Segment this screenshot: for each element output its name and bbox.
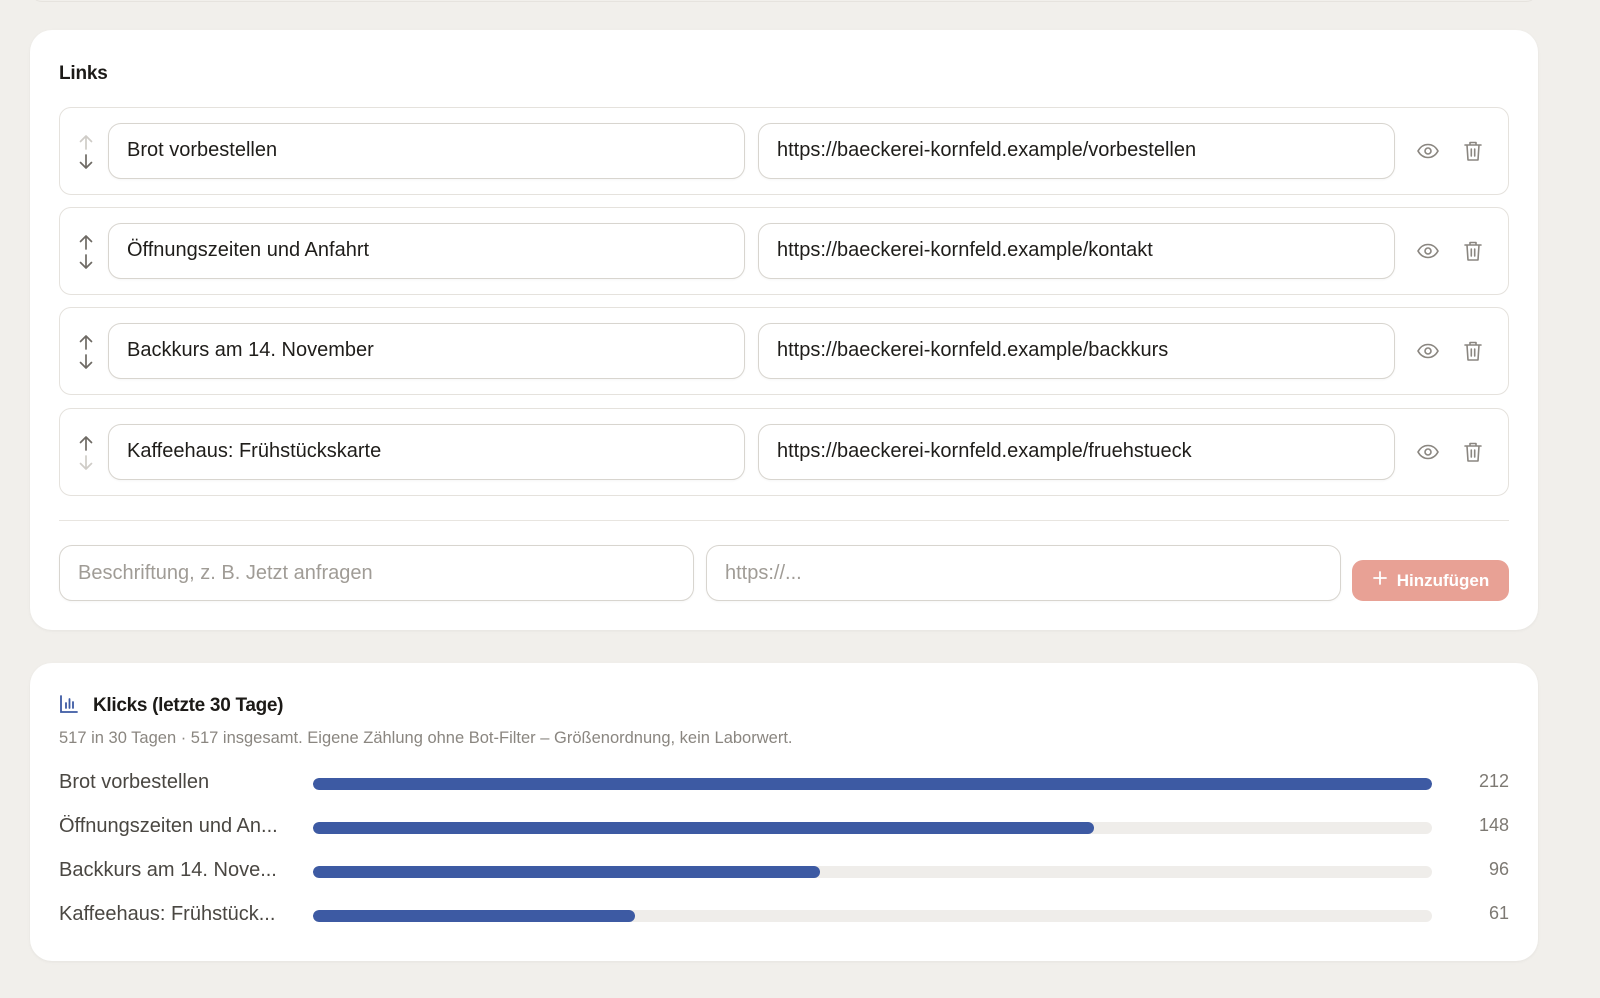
trash-icon[interactable] bbox=[1460, 138, 1486, 164]
reorder-handle bbox=[76, 134, 96, 170]
clicks-bar-label: Brot vorbestellen bbox=[59, 771, 210, 793]
clicks-bar bbox=[313, 822, 1095, 834]
link-url-input[interactable]: https://baeckerei-kornfeld.example/konta… bbox=[758, 223, 1395, 279]
clicks-bar bbox=[313, 866, 820, 878]
clicks-bar bbox=[313, 910, 635, 922]
reorder-handle bbox=[76, 435, 96, 471]
clicks-bar-label: Backkurs am 14. Nove... bbox=[59, 859, 277, 881]
link-label-input[interactable]: Backkurs am 14. November bbox=[108, 323, 745, 379]
clicks-bar bbox=[313, 778, 1432, 790]
link-url-input[interactable]: https://baeckerei-kornfeld.example/vorbe… bbox=[758, 123, 1395, 179]
link-row: Backkurs am 14. November https://baeckere… bbox=[59, 307, 1509, 395]
link-label-input[interactable]: Kaffeehaus: Frühstückskarte bbox=[108, 424, 745, 480]
trash-icon[interactable] bbox=[1460, 439, 1486, 465]
new-link-url-input[interactable] bbox=[706, 545, 1341, 601]
clicks-bar-value: 148 bbox=[1478, 815, 1509, 835]
plus-icon bbox=[1372, 570, 1388, 591]
links-card: Links Brot vorbestellen https://baeckerei… bbox=[30, 30, 1538, 630]
link-row: Kaffeehaus: Frühstückskarte https://baeck… bbox=[59, 408, 1509, 496]
trash-icon[interactable] bbox=[1460, 338, 1486, 364]
clicks-subtitle: 517 in 30 Tagen · 517 insgesamt. Eigene … bbox=[59, 729, 793, 747]
clicks-bar-row: Brot vorbestellen 212 bbox=[59, 768, 1509, 798]
clicks-bar-value: 96 bbox=[1488, 859, 1509, 879]
clicks-header: Klicks (letzte 30 Tage) bbox=[59, 693, 284, 719]
new-link-label-input[interactable] bbox=[59, 545, 694, 601]
eye-icon[interactable] bbox=[1415, 338, 1441, 364]
clicks-bar-track bbox=[313, 866, 1432, 878]
previous-card-edge bbox=[30, 0, 1538, 2]
links-section-title: Links bbox=[59, 63, 108, 84]
eye-icon[interactable] bbox=[1415, 138, 1441, 164]
clicks-bar-track bbox=[313, 778, 1432, 790]
clicks-bar-row: Öffnungszeiten und An... 148 bbox=[59, 812, 1509, 842]
eye-icon[interactable] bbox=[1415, 238, 1441, 264]
clicks-bar-row: Kaffeehaus: Frühstück... 61 bbox=[59, 900, 1509, 930]
clicks-bar-label: Öffnungszeiten und An... bbox=[59, 815, 278, 837]
add-link-button-label: Hinzufügen bbox=[1396, 570, 1490, 590]
clicks-bar-value: 212 bbox=[1478, 771, 1509, 791]
link-row: Öffnungszeiten und Anfahrt https://baecke… bbox=[59, 207, 1509, 295]
divider bbox=[59, 520, 1509, 521]
link-label-input[interactable]: Öffnungszeiten und Anfahrt bbox=[108, 223, 745, 279]
clicks-bar-row: Backkurs am 14. Nove... 96 bbox=[59, 856, 1509, 886]
link-label-input[interactable]: Brot vorbestellen bbox=[108, 123, 745, 179]
clicks-bar-track bbox=[313, 822, 1432, 834]
clicks-bar-value: 61 bbox=[1488, 903, 1509, 923]
clicks-title: Klicks (letzte 30 Tage) bbox=[93, 695, 284, 716]
clicks-card: Klicks (letzte 30 Tage) 517 in 30 Tagen … bbox=[30, 663, 1538, 961]
clicks-bar-label: Kaffeehaus: Frühstück... bbox=[59, 903, 276, 925]
link-row: Brot vorbestellen https://baeckerei-kornf… bbox=[59, 107, 1509, 195]
add-link-button[interactable]: Hinzufügen bbox=[1352, 560, 1509, 601]
reorder-handle bbox=[76, 234, 96, 270]
link-url-input[interactable]: https://baeckerei-kornfeld.example/backk… bbox=[758, 323, 1395, 379]
link-url-input[interactable]: https://baeckerei-kornfeld.example/frueh… bbox=[758, 424, 1395, 480]
clicks-bar-track bbox=[313, 910, 1432, 922]
reorder-handle bbox=[76, 334, 96, 370]
bar-chart-icon bbox=[59, 694, 79, 719]
eye-icon[interactable] bbox=[1415, 439, 1441, 465]
trash-icon[interactable] bbox=[1460, 238, 1486, 264]
